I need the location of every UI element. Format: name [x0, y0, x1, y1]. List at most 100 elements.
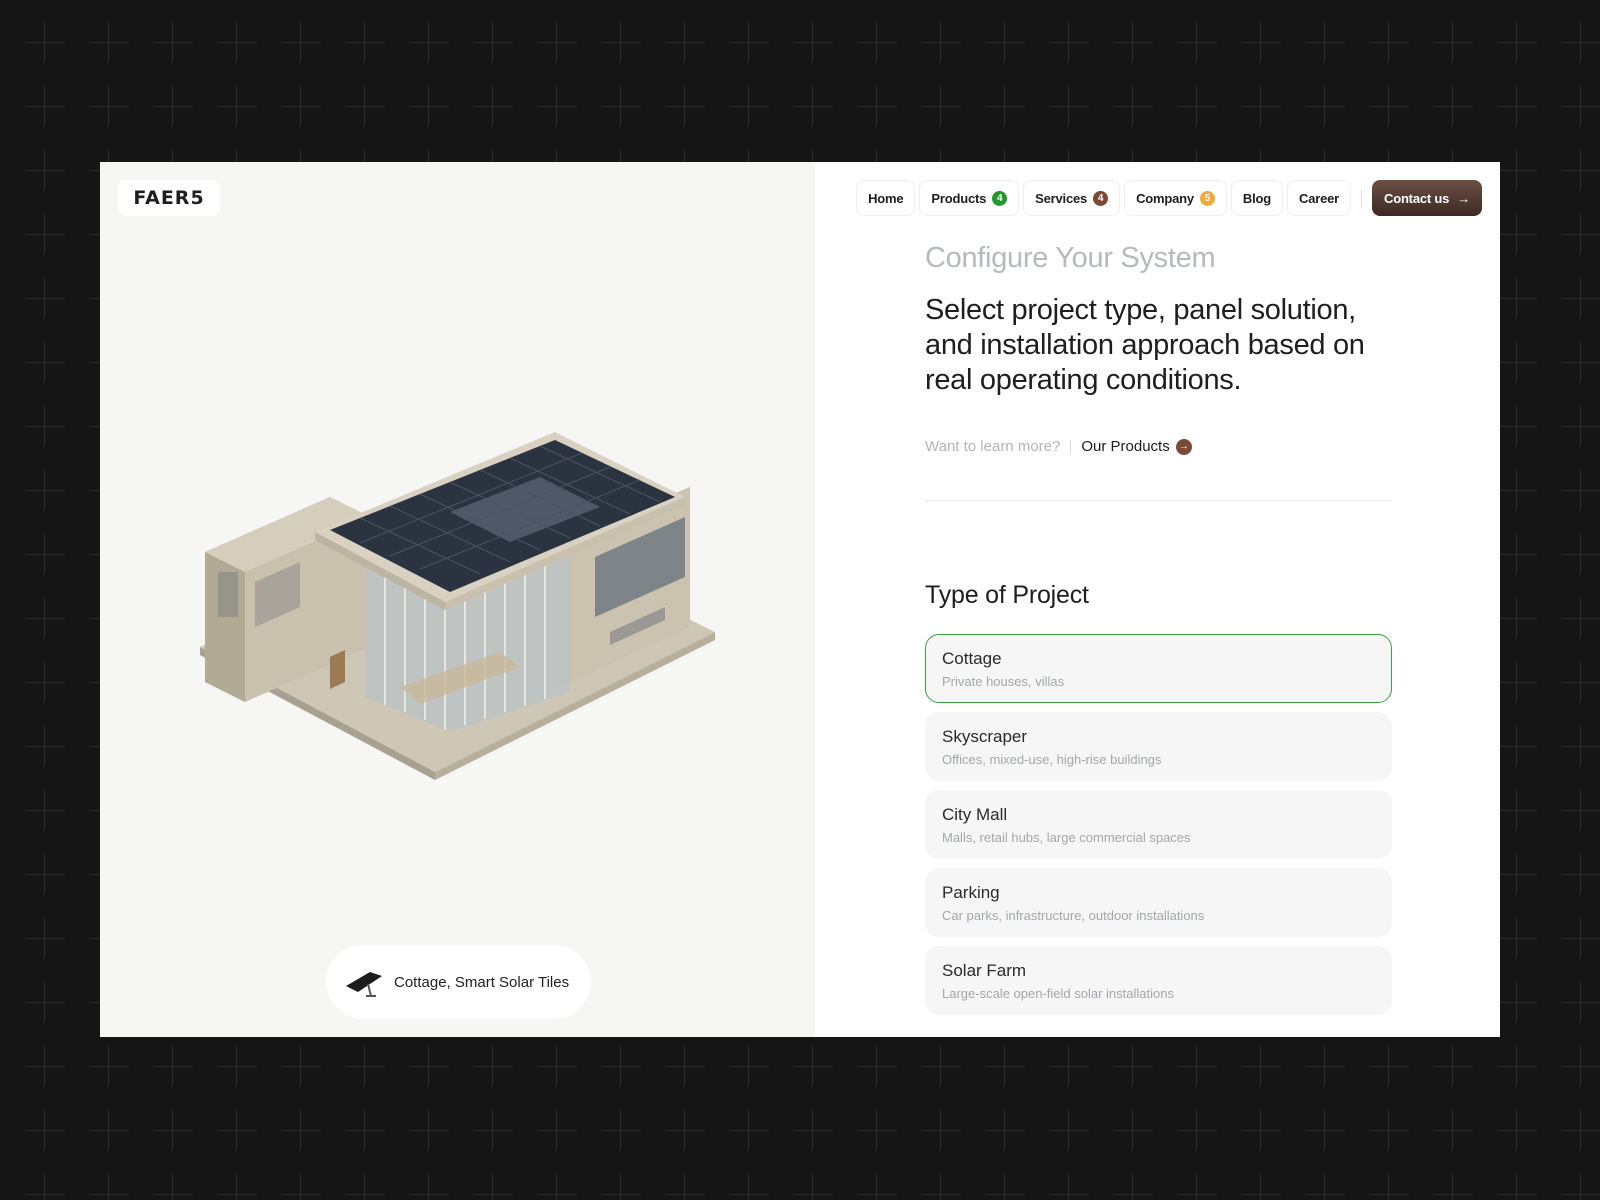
- project-type-options: Cottage Private houses, villas Skyscrape…: [925, 634, 1392, 1015]
- config-panel: Home Products 4 Services 4 Company 5 Blo…: [815, 162, 1500, 1037]
- grid-plus-mark: [89, 87, 129, 127]
- grid-plus-mark: [473, 1175, 513, 1200]
- grid-plus-mark: [537, 23, 577, 63]
- grid-plus-mark: [985, 23, 1025, 63]
- grid-plus-mark: [217, 87, 257, 127]
- grid-plus-mark: [729, 1111, 769, 1151]
- grid-plus-mark: [1113, 1111, 1153, 1151]
- grid-plus-mark: [1305, 1111, 1345, 1151]
- grid-plus-mark: [1497, 1111, 1537, 1151]
- nav-company-label: Company: [1136, 190, 1194, 206]
- grid-plus-mark: [1433, 87, 1473, 127]
- grid-plus-mark: [1561, 727, 1600, 767]
- our-products-link[interactable]: Our Products →: [1081, 438, 1192, 455]
- grid-plus-mark: [1497, 855, 1537, 895]
- nav-services[interactable]: Services 4: [1023, 180, 1121, 216]
- grid-plus-mark: [921, 1175, 961, 1200]
- grid-plus-mark: [729, 1047, 769, 1087]
- grid-plus-mark: [1433, 23, 1473, 63]
- nav-home[interactable]: Home: [856, 180, 916, 216]
- grid-plus-mark: [601, 23, 641, 63]
- grid-plus-mark: [1561, 855, 1600, 895]
- nav-products[interactable]: Products 4: [919, 180, 1020, 216]
- grid-plus-mark: [25, 279, 65, 319]
- grid-plus-mark: [1369, 23, 1409, 63]
- project-option-cottage[interactable]: Cottage Private houses, villas: [925, 634, 1392, 703]
- company-count-badge: 5: [1199, 190, 1215, 206]
- grid-plus-mark: [1241, 1047, 1281, 1087]
- grid-plus-mark: [1497, 727, 1537, 767]
- grid-plus-mark: [473, 1111, 513, 1151]
- project-type-title: Type of Project: [925, 581, 1089, 609]
- nav-company[interactable]: Company 5: [1124, 180, 1227, 216]
- grid-plus-mark: [1561, 1111, 1600, 1151]
- grid-plus-mark: [1177, 87, 1217, 127]
- our-products-label: Our Products: [1081, 438, 1170, 455]
- section-divider: [925, 500, 1392, 501]
- grid-plus-mark: [1561, 535, 1600, 575]
- grid-plus-mark: [25, 727, 65, 767]
- grid-plus-mark: [1433, 1047, 1473, 1087]
- brand-logo[interactable]: FAER5: [118, 180, 220, 216]
- grid-plus-mark: [793, 87, 833, 127]
- grid-plus-mark: [25, 1175, 65, 1200]
- grid-plus-mark: [89, 23, 129, 63]
- option-description: Large-scale open-field solar installatio…: [942, 986, 1174, 1001]
- project-option-solar-farm[interactable]: Solar Farm Large-scale open-field solar …: [925, 946, 1392, 1015]
- grid-plus-mark: [25, 535, 65, 575]
- grid-plus-mark: [345, 1111, 385, 1151]
- grid-plus-mark: [985, 1047, 1025, 1087]
- grid-plus-mark: [1497, 279, 1537, 319]
- grid-plus-mark: [1561, 1175, 1600, 1200]
- grid-plus-mark: [473, 23, 513, 63]
- contact-us-button[interactable]: Contact us →: [1372, 180, 1482, 216]
- grid-plus-mark: [793, 1111, 833, 1151]
- grid-plus-mark: [1497, 791, 1537, 831]
- grid-plus-mark: [665, 87, 705, 127]
- grid-plus-mark: [793, 1175, 833, 1200]
- grid-plus-mark: [921, 1047, 961, 1087]
- grid-plus-mark: [1561, 87, 1600, 127]
- grid-plus-mark: [1561, 215, 1600, 255]
- project-option-parking[interactable]: Parking Car parks, infrastructure, outdo…: [925, 868, 1392, 937]
- grid-plus-mark: [1497, 663, 1537, 703]
- grid-plus-mark: [1369, 87, 1409, 127]
- grid-plus-mark: [1497, 407, 1537, 447]
- grid-plus-mark: [1561, 791, 1600, 831]
- grid-plus-mark: [1177, 1175, 1217, 1200]
- section-eyebrow: Configure Your System: [925, 242, 1216, 274]
- nav-career-label: Career: [1299, 190, 1340, 206]
- grid-plus-mark: [281, 1111, 321, 1151]
- grid-plus-mark: [1049, 1047, 1089, 1087]
- grid-plus-mark: [985, 87, 1025, 127]
- grid-plus-mark: [217, 1175, 257, 1200]
- option-title: Cottage: [942, 649, 1002, 668]
- grid-plus-mark: [345, 87, 385, 127]
- grid-plus-mark: [1497, 87, 1537, 127]
- grid-plus-mark: [25, 663, 65, 703]
- grid-plus-mark: [473, 1047, 513, 1087]
- option-title: Parking: [942, 883, 1000, 902]
- project-option-skyscraper[interactable]: Skyscraper Offices, mixed-use, high-rise…: [925, 712, 1392, 781]
- grid-plus-mark: [665, 23, 705, 63]
- grid-plus-mark: [281, 1047, 321, 1087]
- nav-career[interactable]: Career: [1287, 180, 1352, 216]
- grid-plus-mark: [281, 1175, 321, 1200]
- project-option-city-mall[interactable]: City Mall Malls, retail hubs, large comm…: [925, 790, 1392, 859]
- grid-plus-mark: [1049, 1111, 1089, 1151]
- grid-plus-mark: [1049, 87, 1089, 127]
- preview-panel: FAER5 Cottage, Smart Solar Tiles: [100, 162, 815, 1037]
- grid-plus-mark: [1561, 599, 1600, 639]
- grid-plus-mark: [1113, 1047, 1153, 1087]
- grid-plus-mark: [409, 87, 449, 127]
- grid-plus-mark: [25, 87, 65, 127]
- grid-plus-mark: [921, 23, 961, 63]
- grid-plus-mark: [25, 1047, 65, 1087]
- option-description: Private houses, villas: [942, 674, 1065, 689]
- grid-plus-mark: [1433, 1175, 1473, 1200]
- learn-more-row: Want to learn more? Our Products →: [925, 438, 1392, 455]
- nav-blog[interactable]: Blog: [1230, 180, 1284, 216]
- grid-plus-mark: [1305, 1175, 1345, 1200]
- nav-blog-label: Blog: [1242, 190, 1272, 206]
- grid-plus-mark: [1561, 151, 1600, 191]
